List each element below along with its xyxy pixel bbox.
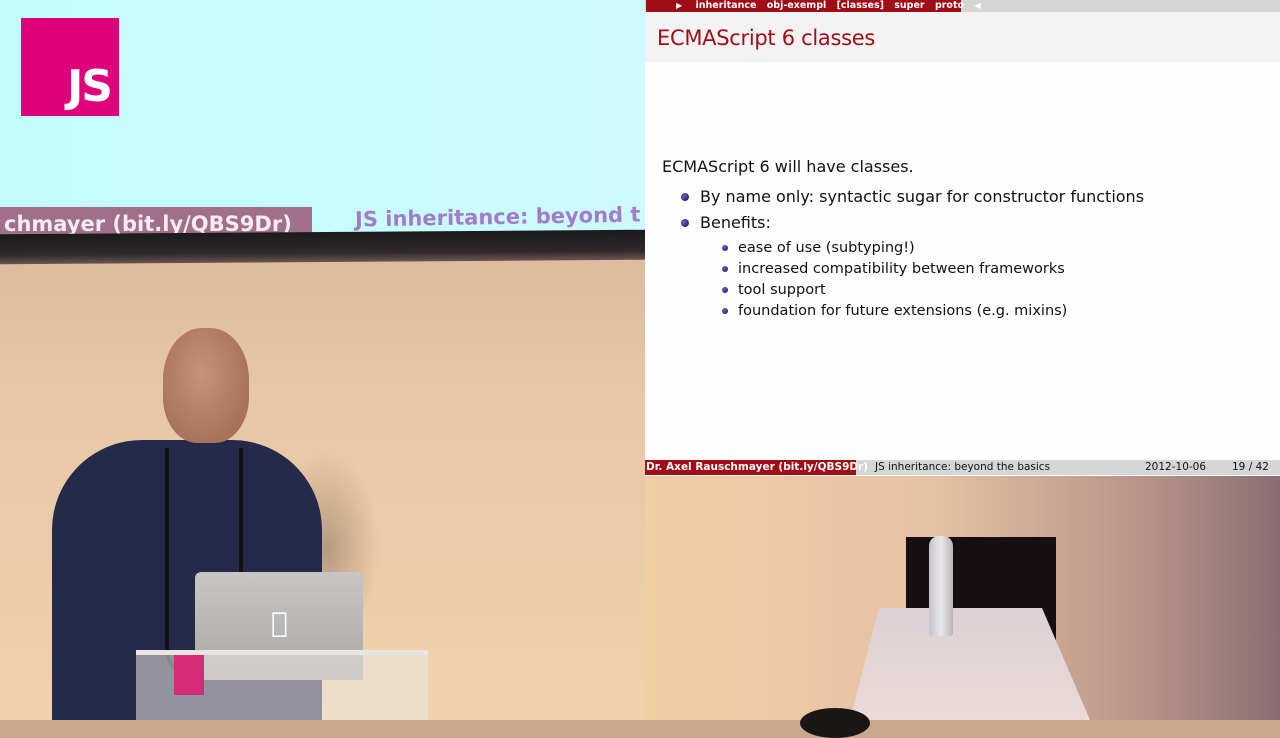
bullet-icon [681, 219, 689, 227]
sub-bullet-item: increased compatibility between framewor… [722, 259, 1067, 280]
footer-author: Dr. Axel Rauschmayer (bit.ly/QBS9Dr) [645, 460, 869, 475]
bullet-icon [722, 308, 728, 314]
conference-badge [174, 655, 204, 695]
projected-footer-title: JS inheritance: beyond t [354, 202, 641, 232]
section-nav: ▶ inheritance obj-exempl [classes] super… [646, 0, 981, 12]
sub-bullet-item: ease of use (subtyping!) [722, 238, 1067, 259]
speaker-video: JS chmayer (bit.ly/QBS9Dr) JS inheritanc… [0, 0, 645, 720]
bullet-item: By name only: syntactic sugar for constr… [681, 186, 1144, 212]
sub-bullet-item: foundation for future extensions (e.g. m… [722, 301, 1067, 322]
nav-item-proto[interactable]: proto [935, 0, 964, 11]
bullet-icon [681, 193, 689, 201]
sub-bullet-item: tool support [722, 280, 1067, 301]
bullet-list: By name only: syntactic sugar for constr… [681, 186, 1144, 238]
footer-date: 2012-10-06 [1145, 461, 1207, 473]
slide-title: ECMAScript 6 classes [657, 26, 876, 50]
slide-footer: Dr. Axel Rauschmayer (bit.ly/QBS9Dr) JS … [645, 460, 1280, 475]
sub-bullet-list: ease of use (subtyping!) increased compa… [722, 238, 1067, 322]
slide: ▶ inheritance obj-exempl [classes] super… [645, 0, 1280, 476]
nav-item-inheritance[interactable]: inheritance [695, 0, 756, 11]
nav-item-super[interactable]: super [894, 0, 924, 11]
speaker-head [163, 328, 249, 443]
section-nav-bar: ▶ inheritance obj-exempl [classes] super… [645, 0, 1280, 12]
water-bottle [929, 536, 953, 636]
bullet-icon [722, 245, 728, 251]
nav-item-obj-exempl[interactable]: obj-exempl [767, 0, 827, 11]
triangle-right-icon[interactable]: ▶ [676, 1, 682, 10]
footer-talk-title: JS inheritance: beyond the basics [875, 461, 1051, 473]
nav-item-classes[interactable]: [classes] [837, 0, 884, 11]
bullet-icon [722, 287, 728, 293]
screen-bottom-edge [0, 229, 645, 265]
bullet-icon [722, 266, 728, 272]
apple-logo-icon:  [271, 606, 288, 639]
footer-page-number: 19 / 42 [1232, 461, 1269, 473]
triangle-left-icon[interactable]: ◀ [974, 1, 980, 10]
projected-screen: JS chmayer (bit.ly/QBS9Dr) JS inheritanc… [0, 0, 645, 237]
audience-head [800, 708, 870, 738]
js-logo-text: JS [66, 61, 113, 112]
slide-intro: ECMAScript 6 will have classes. [662, 157, 914, 176]
bullet-item: Benefits: [681, 212, 1144, 238]
js-logo: JS [21, 18, 119, 116]
